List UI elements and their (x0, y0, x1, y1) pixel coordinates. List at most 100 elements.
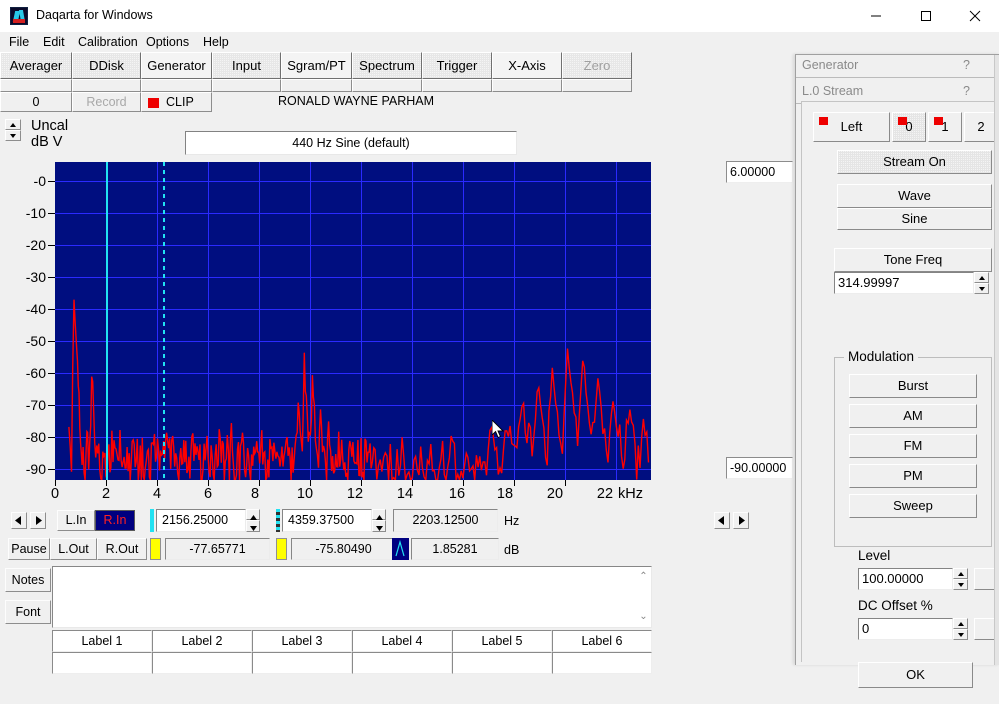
db-scale-up-spinner[interactable] (5, 119, 21, 130)
label-value-5[interactable] (452, 652, 552, 674)
dc-offset-up-spinner[interactable] (953, 618, 968, 629)
tabsub-generator[interactable] (141, 79, 212, 92)
x-tick-12: 12 (338, 486, 372, 502)
dc-offset-field[interactable]: 0 (858, 618, 953, 640)
am-button[interactable]: AM (849, 404, 977, 428)
tab-x-axis[interactable]: X-Axis (492, 52, 562, 79)
tabsub-trigger[interactable] (422, 79, 492, 92)
tone-freq-up-spinner[interactable] (974, 272, 989, 283)
modulation-group-title: Modulation (844, 349, 918, 364)
tab-sgram-pt[interactable]: Sgram/PT (281, 52, 352, 79)
menu-calibration[interactable]: Calibration (74, 34, 142, 50)
burst-button[interactable]: Burst (849, 374, 977, 398)
pm-button[interactable]: PM (849, 464, 977, 488)
tab-input[interactable]: Input (212, 52, 281, 79)
menu-edit[interactable]: Edit (39, 34, 69, 50)
notes-button[interactable]: Notes (5, 568, 51, 592)
cursor-step-right-button[interactable] (30, 512, 46, 529)
cursor-b-dashed[interactable] (163, 162, 165, 480)
ok-button[interactable]: OK (858, 662, 973, 688)
cursor-a-frequency-field[interactable]: 2156.25000 (156, 509, 246, 532)
plot-max-value-field[interactable]: 6.00000 (726, 161, 793, 183)
stream-on-button[interactable]: Stream On (837, 150, 992, 174)
menu-options[interactable]: Options (142, 34, 193, 50)
tone-freq-field[interactable]: 314.99997 (834, 272, 974, 294)
pause-button[interactable]: Pause (8, 538, 50, 560)
tabsub-zero[interactable] (562, 79, 632, 92)
cursor-b-freq-down-spinner[interactable] (372, 520, 386, 532)
cursor-b-freq-up-spinner[interactable] (372, 509, 386, 520)
stream-help-icon[interactable]: ? (963, 81, 970, 101)
tabsub-sgram-pt[interactable] (281, 79, 352, 92)
tone-freq-down-spinner[interactable] (974, 283, 989, 294)
level-up-spinner[interactable] (953, 568, 968, 579)
y-tick-50: -50 (0, 333, 46, 349)
daqarta-window: Daqarta for Windows File Edit Calibratio… (0, 0, 999, 704)
channel-r-out-button[interactable]: R.Out (97, 538, 147, 560)
level-label: Level (858, 548, 890, 563)
label-header-2[interactable]: Label 2 (152, 630, 252, 652)
tabsub-spectrum[interactable] (352, 79, 422, 92)
label-value-2[interactable] (152, 652, 252, 674)
tab-ddisk[interactable]: DDisk (72, 52, 141, 79)
tab-generator[interactable]: Generator (141, 52, 212, 79)
level-field[interactable]: 100.00000 (858, 568, 953, 590)
cursor-a-solid[interactable] (106, 162, 108, 480)
fm-button[interactable]: FM (849, 434, 977, 458)
xaxis-scroll-right-button[interactable] (733, 512, 749, 529)
label-header-5[interactable]: Label 5 (452, 630, 552, 652)
label-header-6[interactable]: Label 6 (552, 630, 652, 652)
tone-freq-button[interactable]: Tone Freq (834, 248, 992, 272)
label-value-1[interactable] (52, 652, 152, 674)
notes-scroll-up-icon[interactable]: ⌃ (637, 570, 650, 583)
xaxis-scroll-left-button[interactable] (714, 512, 730, 529)
uncal-line2: dB V (31, 134, 68, 150)
channel-r-in-button[interactable]: R.In (95, 510, 135, 531)
notes-scroll-down-icon[interactable]: ⌄ (637, 610, 650, 623)
generator-help-icon[interactable]: ? (963, 55, 970, 75)
font-button[interactable]: Font (5, 600, 51, 624)
stream-button-0[interactable]: 0 (892, 112, 926, 142)
wave-button[interactable]: Wave (837, 184, 992, 208)
menu-help[interactable]: Help (199, 34, 233, 50)
notes-textarea[interactable] (52, 566, 652, 628)
cursor-step-left-button[interactable] (11, 512, 27, 529)
tabsub-ddisk[interactable] (72, 79, 141, 92)
channel-l-in-button[interactable]: L.In (57, 510, 95, 531)
spectrum-trace (55, 162, 651, 480)
label-value-4[interactable] (352, 652, 452, 674)
tabsub-input[interactable] (212, 79, 281, 92)
maximize-button[interactable] (902, 0, 949, 32)
stream-button-1[interactable]: 1 (928, 112, 962, 142)
label-header-1[interactable]: Label 1 (52, 630, 152, 652)
tabsub-x-axis[interactable] (492, 79, 562, 92)
close-button[interactable] (951, 0, 998, 32)
dc-offset-label: DC Offset % (858, 598, 933, 613)
channel-l-out-button[interactable]: L.Out (50, 538, 97, 560)
x-tick-22: 22 (588, 486, 622, 502)
minimize-button[interactable] (852, 0, 899, 32)
tab-averager[interactable]: Averager (0, 52, 72, 79)
menu-file[interactable]: File (5, 34, 33, 50)
db-scale-down-spinner[interactable] (5, 130, 21, 141)
dc-offset-down-spinner[interactable] (953, 629, 968, 640)
label-header-3[interactable]: Label 3 (252, 630, 352, 652)
label-header-4[interactable]: Label 4 (352, 630, 452, 652)
label-value-3[interactable] (252, 652, 352, 674)
cursor-a-freq-up-spinner[interactable] (246, 509, 260, 520)
sweep-button[interactable]: Sweep (849, 494, 977, 518)
plot-title-field[interactable]: 440 Hz Sine (default) (185, 131, 517, 155)
label-value-6[interactable] (552, 652, 652, 674)
cursor-a-freq-down-spinner[interactable] (246, 520, 260, 532)
cursor-b-frequency-field[interactable]: 4359.37500 (282, 509, 372, 532)
tab-spectrum[interactable]: Spectrum (352, 52, 422, 79)
spectrum-plot[interactable] (55, 162, 651, 480)
clip-indicator[interactable]: CLIP (141, 92, 212, 112)
plot-min-value-field[interactable]: -90.00000 (726, 457, 793, 479)
tabsub-averager[interactable] (0, 79, 72, 92)
tab-trigger[interactable]: Trigger (422, 52, 492, 79)
level-down-spinner[interactable] (953, 579, 968, 590)
wave-type-button[interactable]: Sine (837, 208, 992, 230)
stream-button-2[interactable]: 2 (964, 112, 998, 142)
channel-left-button[interactable]: Left (813, 112, 890, 142)
